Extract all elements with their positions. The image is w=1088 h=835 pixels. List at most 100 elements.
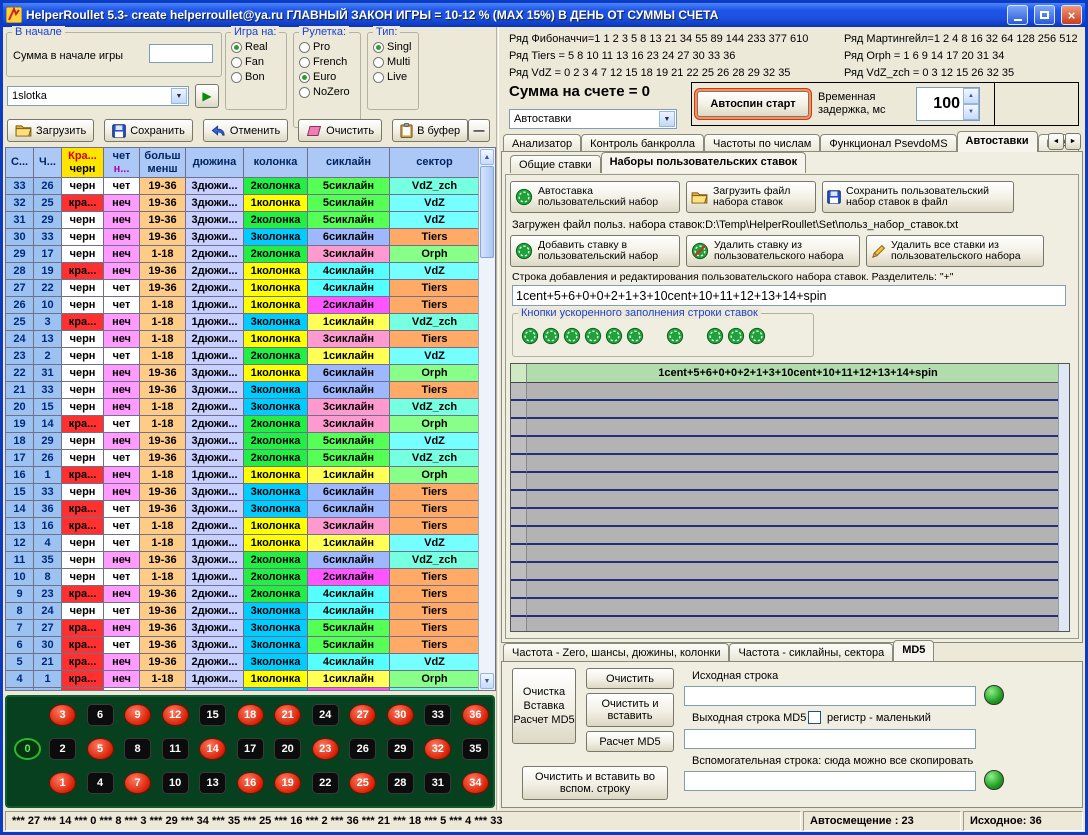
minimize-button[interactable] [1007,5,1028,25]
list-row[interactable] [511,491,1069,509]
radio-french[interactable]: French [299,56,360,68]
clear-paste-calc-button[interactable]: Очистка Вставка Расчет MD5 [512,668,576,744]
list-scrollbar[interactable] [1058,364,1069,631]
radio-fan[interactable]: Fan [231,56,286,68]
chip-button[interactable] [748,327,766,345]
copy-aux-button[interactable] [984,770,1004,790]
roulette-number-30[interactable]: 30 [387,704,414,726]
clear-paste-aux-button[interactable]: Очистить и вставить во вспом. строку [522,766,668,800]
tab-частоты-по-числам[interactable]: Частоты по числам [704,134,820,152]
list-row[interactable] [511,545,1069,563]
roulette-number-24[interactable]: 24 [312,704,339,726]
action-button-remove-chip[interactable]: Удалить ставку из пользовательского набо… [686,235,860,267]
table-row[interactable]: 3326чернчет19-363дюжи...2колонка5сиклайн… [6,178,495,195]
register-checkbox[interactable] [808,711,821,724]
stake-string-input[interactable] [512,285,1066,306]
roulette-number-36[interactable]: 36 [462,704,489,726]
tab-scroll-left-button[interactable]: ◄ [1048,133,1064,150]
list-row[interactable] [511,455,1069,473]
roulette-number-29[interactable]: 29 [387,738,414,760]
close-button[interactable]: × [1061,5,1082,25]
output-string-input[interactable] [684,729,976,749]
roulette-number-8[interactable]: 8 [124,738,151,760]
table-row[interactable]: 1316кра...чет1-182дюжи...1колонка3сиклай… [6,518,495,535]
scroll-up-button[interactable]: ▲ [480,149,494,165]
chevron-down-icon[interactable]: ▼ [171,88,187,104]
table-row[interactable]: 3225кра...неч19-363дюжи...1колонка5сикла… [6,195,495,212]
list-row[interactable] [511,599,1069,617]
radio-nozero[interactable]: NoZero [299,86,360,98]
table-row[interactable]: 727кра...неч19-363дюжи...3колонка5сиклай… [6,620,495,637]
action-button-open-folder[interactable]: Загрузить файл набора ставок [686,181,816,213]
roulette-number-27[interactable]: 27 [349,704,376,726]
radio-multi[interactable]: Multi [373,56,418,68]
roulette-number-10[interactable]: 10 [162,772,189,794]
roulette-number-26[interactable]: 26 [349,738,376,760]
table-row[interactable]: 161кра...неч1-181дюжи...1колонка1сиклайн… [6,467,495,484]
aux-string-input[interactable] [684,771,976,791]
roulette-number-18[interactable]: 18 [237,704,264,726]
tab-анализатор[interactable]: Анализатор [503,134,581,152]
collapse-button[interactable]: — [468,119,490,142]
scroll-thumb[interactable] [480,166,494,258]
roulette-number-11[interactable]: 11 [162,738,189,760]
table-row[interactable]: 923кра...неч19-362дюжи...2колонка4сиклай… [6,586,495,603]
chip-button[interactable] [605,327,623,345]
start-sum-input[interactable] [149,44,213,63]
table-row[interactable]: 1829черннеч19-363дюжи...2колонка5сиклайн… [6,433,495,450]
scroll-down-button[interactable]: ▼ [480,673,494,689]
table-row[interactable]: 1135черннеч19-363дюжи...2колонка6сиклайн… [6,552,495,569]
roulette-number-16[interactable]: 16 [237,772,264,794]
list-row[interactable] [511,383,1069,401]
chevron-down-icon[interactable]: ▼ [659,111,675,127]
table-row[interactable]: 1914кра...чет1-182дюжи...2колонка3сиклай… [6,416,495,433]
maximize-button[interactable] [1034,5,1055,25]
chip-button[interactable] [521,327,539,345]
table-row[interactable]: 2133черннеч19-363дюжи...3колонка6сиклайн… [6,382,495,399]
roulette-number-20[interactable]: 20 [274,738,301,760]
table-row[interactable]: 521кра...неч19-362дюжи...3колонка4сиклай… [6,654,495,671]
list-row[interactable] [511,509,1069,527]
roulette-number-0[interactable]: 0 [14,738,41,760]
radio-live[interactable]: Live [373,71,418,83]
table-row[interactable]: 1436кра...чет19-363дюжи...3колонка6сикла… [6,501,495,518]
roulette-number-14[interactable]: 14 [199,738,226,760]
roulette-number-15[interactable]: 15 [199,704,226,726]
list-row[interactable] [511,437,1069,455]
radio-singl[interactable]: Singl [373,41,418,53]
roulette-number-17[interactable]: 17 [237,738,264,760]
roulette-number-35[interactable]: 35 [462,738,489,760]
chip-button[interactable] [563,327,581,345]
action-button-chip-grid[interactable]: Автоставка пользовательский набор [510,181,680,213]
roulette-number-4[interactable]: 4 [87,772,114,794]
table-row[interactable]: 3033черннеч19-363дюжи...3колонка6сиклайн… [6,229,495,246]
table-row[interactable]: 2819кра...неч19-362дюжи...1колонка4сикла… [6,263,495,280]
roulette-number-34[interactable]: 34 [462,772,489,794]
tab-частота-сиклайны-сектора[interactable]: Частота - сиклайны, сектора [729,643,893,661]
roulette-number-9[interactable]: 9 [124,704,151,726]
table-row[interactable]: 124чернчет1-181дюжи...1колонка1сиклайнVd… [6,535,495,552]
toolbar-button-save-disk[interactable]: Сохранить [104,119,193,142]
chip-button[interactable] [706,327,724,345]
table-row[interactable]: 232чернчет1-181дюжи...2колонка1сиклайнVd… [6,348,495,365]
table-row[interactable]: 1533черннеч19-363дюжи...3колонка6сиклайн… [6,484,495,501]
roulette-number-22[interactable]: 22 [312,772,339,794]
table-row[interactable]: 312кра...чет1-181дюжи...3колонка2сиклайн… [6,688,495,691]
spinner-down-button[interactable]: ▼ [963,104,979,120]
toolbar-button-clipboard[interactable]: В буфер [392,119,468,142]
roulette-number-21[interactable]: 21 [274,704,301,726]
table-row[interactable]: 2413черннеч1-182дюжи...1колонка3сиклайнT… [6,331,495,348]
subtab-общие-ставки[interactable]: Общие ставки [510,155,601,173]
table-row[interactable]: 108чернчет1-181дюжи...2колонка2сиклайнTi… [6,569,495,586]
chip-button[interactable] [626,327,644,345]
table-scrollbar[interactable]: ▲ ▼ [478,148,495,690]
toolbar-button-eraser[interactable]: Очистить [298,119,382,142]
table-row[interactable]: 1726чернчет19-363дюжи...2колонка5сиклайн… [6,450,495,467]
chip-button[interactable] [542,327,560,345]
action-button-save-disk[interactable]: Сохранить пользовательский набор ставок … [822,181,1014,213]
radio-euro[interactable]: Euro [299,71,360,83]
table-row[interactable]: 253кра...неч1-181дюжи...3колонка1сиклайн… [6,314,495,331]
radio-pro[interactable]: Pro [299,41,360,53]
roulette-number-3[interactable]: 3 [49,704,76,726]
radio-bon[interactable]: Bon [231,71,286,83]
